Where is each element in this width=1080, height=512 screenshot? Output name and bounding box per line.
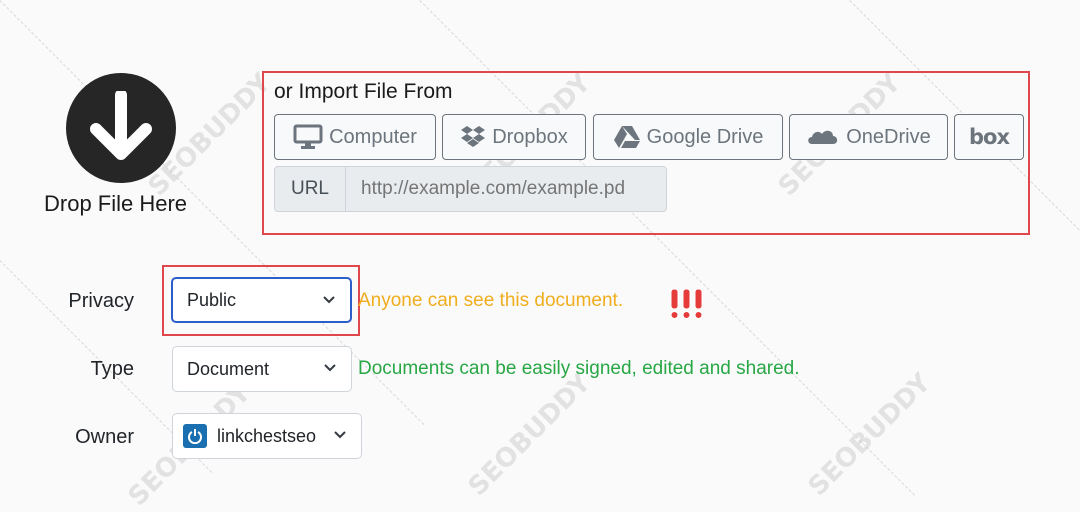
google-drive-button[interactable]: Google Drive (593, 114, 783, 160)
power-icon (188, 429, 202, 444)
privacy-select-value: Public (187, 289, 237, 310)
box-button[interactable]: box (954, 114, 1024, 160)
onedrive-button-label: OneDrive (846, 125, 931, 148)
onedrive-button[interactable]: OneDrive (789, 114, 948, 160)
owner-label: Owner (75, 426, 134, 448)
type-help-text: Documents can be easily signed, edited a… (358, 358, 800, 379)
watermark: SEOBUDDY (802, 367, 937, 503)
chevron-down-icon (334, 431, 346, 439)
owner-select-value: linkchestseo (217, 425, 317, 446)
type-select[interactable]: Document (172, 346, 352, 392)
watermark: SEOBUDDY (462, 367, 597, 503)
box-icon: box (968, 125, 1010, 149)
google-drive-icon (613, 126, 640, 148)
chevron-down-icon (323, 296, 335, 304)
owner-select[interactable]: linkchestseo (172, 413, 362, 459)
type-select-value: Document (187, 358, 270, 379)
owner-avatar (183, 424, 207, 448)
drop-file-label: Drop File Here (44, 191, 188, 216)
chevron-down-icon (324, 364, 336, 372)
dropbox-button-label: Dropbox (492, 125, 568, 148)
google-drive-button-label: Google Drive (646, 125, 764, 148)
import-title: or Import File From (274, 80, 453, 103)
privacy-help-text: Anyone can see this document. (358, 290, 624, 311)
download-arrow-icon[interactable] (66, 73, 176, 183)
computer-icon (293, 124, 323, 149)
url-input-group: URL (274, 166, 667, 212)
privacy-select[interactable]: Public (171, 277, 352, 323)
privacy-label: Privacy (68, 290, 134, 312)
dropbox-icon (461, 126, 486, 147)
warning-icon (668, 287, 706, 326)
computer-button[interactable]: Computer (274, 114, 436, 160)
computer-button-label: Computer (329, 125, 417, 148)
url-input[interactable] (346, 167, 666, 211)
onedrive-icon (808, 130, 838, 144)
url-addon: URL (275, 167, 346, 211)
dropbox-button[interactable]: Dropbox (442, 114, 586, 160)
type-label: Type (90, 358, 134, 380)
